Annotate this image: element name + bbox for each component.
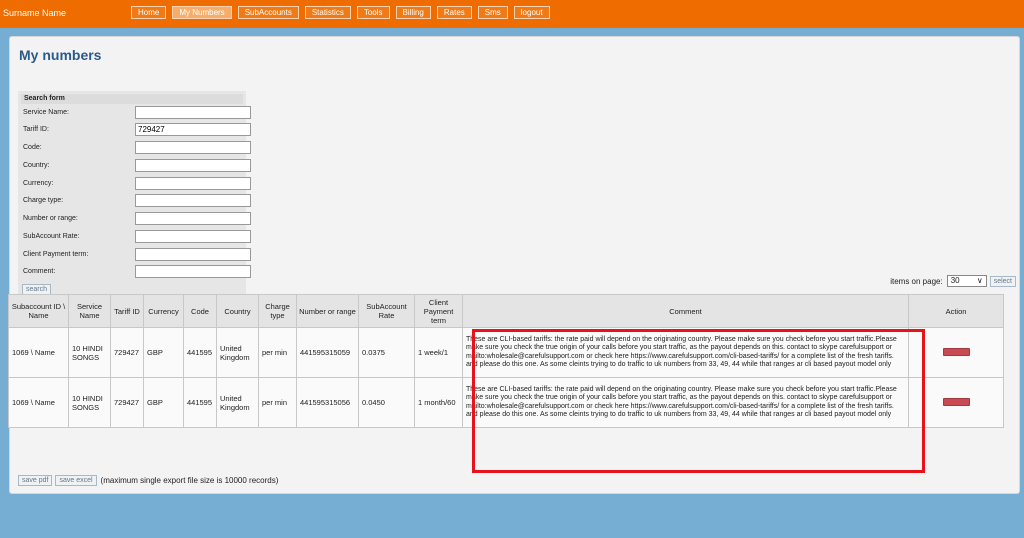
select-button[interactable]: select: [989, 275, 1016, 287]
col-charge-type[interactable]: Charge type: [258, 294, 297, 328]
cell-code: 441595: [183, 327, 217, 378]
delete-button[interactable]: [942, 347, 970, 356]
cell-service-name: 10 HINDI SONGS: [68, 327, 111, 378]
main-nav: Home My Numbers SubAccounts Statistics T…: [131, 6, 556, 19]
code-input[interactable]: [135, 141, 251, 154]
cell-charge-type: per min: [258, 377, 297, 428]
field-label: Charge type:: [23, 197, 64, 204]
page-title: My numbers: [19, 47, 102, 63]
cell-number: 441595315056: [296, 377, 359, 428]
items-per-page-value: 30: [950, 276, 960, 285]
nav-tools[interactable]: Tools: [356, 6, 390, 19]
items-per-page-select[interactable]: 30 ∨: [946, 275, 987, 287]
cell-comment: These are CLI-based tariffs: the rate pa…: [462, 377, 909, 428]
cell-charge-type: per min: [258, 327, 297, 378]
nav-statistics[interactable]: Statistics: [304, 6, 351, 19]
cell-currency: GBP: [143, 327, 184, 378]
top-bar: Surname Name Home My Numbers SubAccounts…: [0, 0, 1024, 28]
col-client-payment-term[interactable]: Client Payment term: [414, 294, 463, 328]
field-code: Code:: [22, 141, 251, 155]
field-label: Currency:: [23, 180, 54, 187]
field-comment: Comment:: [22, 265, 251, 279]
comment-input[interactable]: [135, 265, 251, 278]
cell-subaccount: 1069 \ Name: [8, 327, 69, 378]
nav-logout[interactable]: logout: [513, 6, 550, 19]
cell-country: United Kingdom: [216, 327, 259, 378]
field-country: Country:: [22, 159, 251, 173]
cell-country: United Kingdom: [216, 377, 259, 428]
charge-type-input[interactable]: [135, 194, 251, 207]
col-number-or-range[interactable]: Number or range: [296, 294, 359, 328]
col-country[interactable]: Country: [216, 294, 259, 328]
field-service-name: Service Name:: [22, 106, 251, 120]
field-tariff-id: Tariff ID:: [22, 123, 251, 137]
currency-input[interactable]: [135, 177, 251, 190]
field-subaccount-rate: SubAccount Rate:: [22, 230, 251, 244]
number-or-range-input[interactable]: [135, 212, 251, 225]
nav-rates[interactable]: Rates: [436, 6, 472, 19]
col-service-name[interactable]: Service Name: [68, 294, 111, 328]
cell-subaccount-rate: 0.0450: [358, 377, 415, 428]
field-currency: Currency:: [22, 177, 251, 191]
items-per-page: items on page: 30 ∨ select: [890, 275, 1016, 287]
col-subaccount-rate[interactable]: SubAccount Rate: [358, 294, 415, 328]
field-label: Code:: [23, 144, 42, 151]
cell-payment-term: 1 month/60: [414, 377, 463, 428]
table-row: 1069 \ Name 10 HINDI SONGS 729427 GBP 44…: [8, 327, 1004, 378]
nav-my-numbers[interactable]: My Numbers: [172, 6, 232, 19]
field-label: SubAccount Rate:: [23, 233, 80, 240]
country-input[interactable]: [135, 159, 251, 172]
cell-subaccount-rate: 0.0375: [358, 327, 415, 378]
field-charge-type: Charge type:: [22, 194, 251, 208]
cell-comment: These are CLI-based tariffs: the rate pa…: [462, 327, 909, 378]
field-label: Service Name:: [23, 109, 69, 116]
save-pdf-button[interactable]: save pdf: [18, 475, 53, 486]
table-header-row: Subaccount ID \ Name Service Name Tariff…: [8, 294, 1004, 328]
cell-tariff-id: 729427: [110, 377, 144, 428]
cell-code: 441595: [183, 377, 217, 428]
col-comment[interactable]: Comment: [462, 294, 909, 328]
delete-button[interactable]: [942, 397, 970, 406]
cell-subaccount: 1069 \ Name: [8, 377, 69, 428]
brand-name: Surname Name: [3, 8, 67, 18]
search-form-title: Search form: [21, 94, 243, 104]
client-payment-term-input[interactable]: [135, 248, 251, 261]
service-name-input[interactable]: [135, 106, 251, 119]
cell-action: [908, 377, 1004, 428]
cell-service-name: 10 HINDI SONGS: [68, 377, 111, 428]
field-number-or-range: Number or range:: [22, 212, 251, 226]
cell-currency: GBP: [143, 377, 184, 428]
save-excel-button[interactable]: save excel: [55, 475, 97, 486]
field-client-payment-term: Client Payment term:: [22, 248, 251, 262]
cell-action: [908, 327, 1004, 378]
items-per-page-label: items on page:: [890, 276, 943, 286]
export-note: (maximum single export file size is 1000…: [100, 476, 279, 485]
col-code[interactable]: Code: [183, 294, 217, 328]
col-currency[interactable]: Currency: [143, 294, 184, 328]
tariff-id-input[interactable]: [135, 123, 251, 136]
field-label: Client Payment term:: [23, 251, 89, 258]
field-label: Number or range:: [23, 215, 78, 222]
nav-sms[interactable]: Sms: [477, 6, 508, 19]
field-label: Country:: [23, 162, 50, 169]
nav-home[interactable]: Home: [131, 6, 167, 19]
cell-payment-term: 1 week/1: [414, 327, 463, 378]
field-label: Comment:: [23, 268, 56, 275]
search-form: Search form Service Name: Tariff ID: Cod…: [18, 91, 251, 299]
nav-subaccounts[interactable]: SubAccounts: [237, 6, 299, 19]
chevron-down-icon: ∨: [976, 276, 983, 285]
field-label: Tariff ID:: [23, 126, 49, 133]
table-row: 1069 \ Name 10 HINDI SONGS 729427 GBP 44…: [8, 377, 1004, 428]
subaccount-rate-input[interactable]: [135, 230, 251, 243]
cell-number: 441595315059: [296, 327, 359, 378]
col-tariff-id[interactable]: Tariff ID: [110, 294, 144, 328]
nav-billing[interactable]: Billing: [395, 6, 431, 19]
col-action: Action: [908, 294, 1004, 328]
col-subaccount[interactable]: Subaccount ID \ Name: [8, 294, 69, 328]
export-row: save pdf save excel (maximum single expo…: [18, 475, 278, 486]
cell-tariff-id: 729427: [110, 327, 144, 378]
numbers-table: Subaccount ID \ Name Service Name Tariff…: [8, 294, 1004, 428]
